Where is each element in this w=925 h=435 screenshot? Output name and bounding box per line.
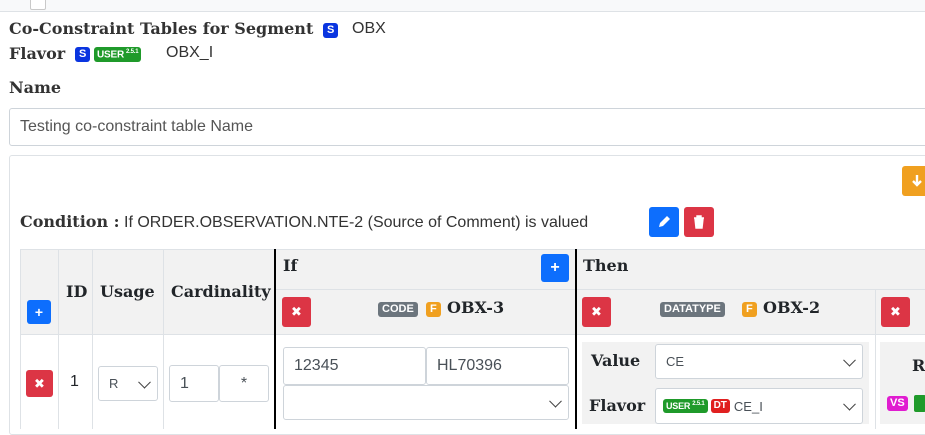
- plus-icon: +: [34, 304, 44, 320]
- edit-condition-button[interactable]: [649, 207, 679, 237]
- chevron-down-icon: [843, 353, 856, 367]
- vs-badge: VS: [887, 396, 908, 411]
- top-strip: [0, 0, 925, 12]
- if-f-badge: F: [426, 302, 441, 317]
- header-cardinality: Cardinality: [171, 282, 271, 301]
- code-location-select[interactable]: [283, 385, 569, 420]
- code-system: HL70396: [437, 357, 502, 374]
- then-f-badge: F: [742, 302, 757, 317]
- cardinality-max-input[interactable]: *: [219, 365, 269, 402]
- segment-s-badge: S: [323, 23, 339, 38]
- code-system-input[interactable]: HL70396: [426, 347, 569, 385]
- chevron-down-icon: [138, 375, 151, 389]
- condition-row: Condition : If ORDER.OBSERVATION.NTE-2 (…: [20, 212, 588, 232]
- code-value: 12345: [294, 357, 339, 374]
- dt-badge: DT: [710, 399, 730, 413]
- plus-icon: +: [550, 259, 560, 276]
- remove-if-column-button[interactable]: ✖: [282, 297, 311, 327]
- flavor-select[interactable]: USER 2.5.1 DT CE_I: [655, 388, 863, 424]
- remove-row-button[interactable]: ✖: [26, 370, 53, 397]
- chevron-down-icon: [843, 397, 856, 411]
- page-title-text: Co-Constraint Tables for Segment: [9, 19, 314, 38]
- flavor-user-badge: USER 2.5.1: [94, 47, 142, 63]
- flavor-s-badge: S: [75, 47, 91, 62]
- usage-select[interactable]: R: [98, 366, 158, 401]
- times-icon: ✖: [591, 304, 602, 319]
- trash-icon: [694, 215, 704, 229]
- value-select[interactable]: CE: [655, 344, 863, 379]
- cardinality-min-value: 1: [180, 374, 189, 392]
- remove-then-column-button[interactable]: ✖: [582, 297, 611, 327]
- name-input-value: Testing co-constraint table Name: [20, 118, 253, 135]
- value-label: Value: [591, 351, 641, 370]
- flavor-user-text: USER: [97, 49, 124, 61]
- flavor-row-label: Flavor: [589, 396, 646, 415]
- top-checkbox[interactable]: [30, 0, 46, 10]
- datatype-badge: DATATYPE: [660, 302, 725, 317]
- code-value-input[interactable]: 12345: [283, 347, 426, 385]
- times-icon: ✖: [890, 304, 901, 319]
- chevron-down-icon: [549, 394, 562, 408]
- add-row-button[interactable]: +: [27, 300, 51, 324]
- next-column-header-partial: R: [912, 356, 925, 375]
- condition-text: If ORDER.OBSERVATION.NTE-2 (Source of Co…: [124, 214, 589, 231]
- header-id: ID: [66, 282, 88, 301]
- row-id: 1: [70, 373, 79, 390]
- table-header-bg: [20, 249, 925, 334]
- header-if: If: [283, 256, 298, 275]
- name-input[interactable]: Testing co-constraint table Name: [9, 108, 925, 146]
- flavor-row-version: 2.5.1: [692, 401, 705, 407]
- add-if-column-button[interactable]: +: [541, 254, 569, 282]
- import-button[interactable]: [902, 166, 925, 196]
- if-column-separator: [274, 249, 276, 429]
- cardinality-max-value: *: [240, 374, 248, 392]
- times-icon: ✖: [34, 375, 45, 391]
- flavor-row-value: CE_I: [733, 398, 763, 414]
- arrow-down-icon: [912, 175, 922, 187]
- usage-value: R: [109, 376, 119, 391]
- name-label: Name: [9, 78, 62, 97]
- flavor-row-user-text: USER: [666, 401, 691, 411]
- page-title: Co-Constraint Tables for Segment: [9, 19, 313, 38]
- pencil-icon: [659, 216, 670, 227]
- then-column-separator: [575, 249, 577, 429]
- delete-condition-button[interactable]: [684, 207, 714, 237]
- flavor-label: Flavor: [9, 44, 66, 63]
- header-usage: Usage: [100, 282, 155, 301]
- flavor-name: OBX_I: [166, 44, 214, 61]
- remove-next-column-button[interactable]: ✖: [881, 297, 910, 327]
- then-field: OBX-2: [763, 298, 821, 317]
- header-then: Then: [583, 256, 629, 275]
- condition-label: Condition :: [20, 212, 120, 231]
- if-field: OBX-3: [447, 298, 505, 317]
- flavor-row-user-badge: USER 2.5.1: [663, 399, 708, 413]
- code-badge: CODE: [378, 302, 418, 317]
- value-select-value: CE: [666, 354, 685, 369]
- partial-green-badge: [914, 395, 925, 412]
- times-icon: ✖: [291, 304, 302, 319]
- flavor-version: 2.5.1: [125, 49, 139, 55]
- cardinality-min-input[interactable]: 1: [169, 365, 219, 402]
- segment-name: OBX: [352, 20, 386, 37]
